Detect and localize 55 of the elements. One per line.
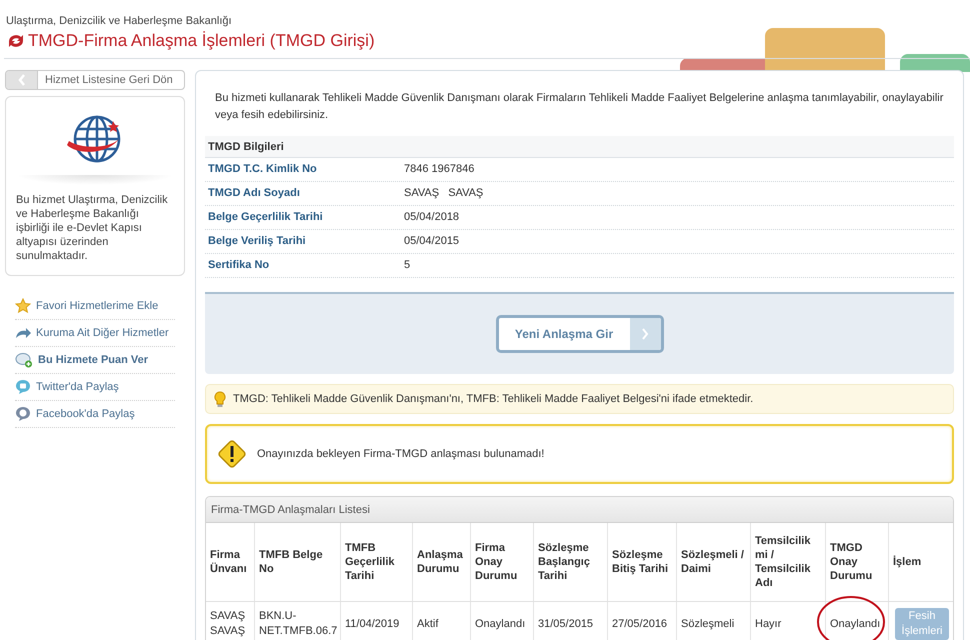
sync-arrows-icon	[6, 33, 26, 49]
table-cell: 31/05/2015	[538, 616, 594, 632]
field-label: Belge Geçerlilik Tarihi	[205, 209, 404, 226]
table-cell-text: SAVAŞ SAVAŞ	[210, 609, 246, 639]
sidebar-link[interactable]: Twitter'da Paylaş	[15, 374, 175, 401]
sidebar-link[interactable]: Kuruma Ait Diğer Hizmetler	[15, 320, 175, 347]
table-cell: Onaylandı	[475, 616, 526, 632]
table-cell: 27/05/2016	[612, 616, 668, 632]
sidebar-link[interactable]: Favori Hizmetlerime Ekle	[15, 293, 175, 320]
column-header: TMFB Belge No	[255, 523, 341, 601]
speech-bubble-icon	[15, 379, 31, 395]
column-header: TMFB Geçerlilik Tarihi	[341, 523, 413, 601]
star-icon	[15, 298, 31, 314]
table-cell: BKN.U-NET.TMFB.06.7	[259, 609, 338, 639]
field-label: TMGD Adı Soyadı	[205, 185, 404, 202]
field-value: 05/04/2015	[404, 234, 460, 250]
sidebar-link[interactable]: Bu Hizmete Puan Ver	[15, 347, 175, 374]
section-title: TMGD Bilgileri	[205, 136, 954, 158]
field-value: 7846 1967846	[404, 162, 474, 178]
column-header: TMGD Onay Durumu	[826, 523, 889, 601]
info-text: Bu hizmet Ulaştırma, Denizcilik ve Haberleşme Bakanlığı işbirliği ile e-Devlet Kapısı altyapısı üzerinden sunulmaktadır.	[16, 193, 169, 263]
lightbulb-icon	[214, 390, 226, 408]
table-cell: Sözleşmeli	[681, 616, 734, 632]
list-title: Firma-TMGD Anlaşmaları Listesi	[206, 497, 953, 523]
page-title: TMGD-Firma Anlaşma İşlemleri (TMGD Girişi)	[28, 30, 375, 52]
chevron-left-icon	[18, 74, 26, 86]
field-label: TMGD T.C. Kimlik No	[205, 161, 404, 178]
table-cell: Hayır	[755, 616, 782, 632]
field-label: Sertifika No	[205, 257, 404, 274]
warning-text: Onayınızda bekleyen Firma-TMGD anlaşması bulunamadı!	[257, 446, 544, 462]
new-agreement-button[interactable]: Yeni Anlaşma Gir	[496, 315, 664, 353]
column-header: Sözleşmeli / Daimi	[677, 523, 751, 601]
speech-bubble-plus-icon	[15, 352, 33, 368]
sidebar-link[interactable]: Facebook'da Paylaş	[15, 401, 175, 428]
table-cell: Aktif	[417, 616, 438, 632]
table-cell: 11/04/2019	[345, 616, 400, 632]
chevron-right-icon	[642, 328, 648, 340]
column-header: Sözleşme Başlangıç Tarihi	[534, 523, 608, 601]
column-header: Firma Ünvanı	[206, 523, 255, 601]
field-value: 5	[404, 258, 410, 274]
column-header: Anlaşma Durumu	[413, 523, 471, 601]
field-label: Belge Veriliş Tarihi	[205, 233, 404, 250]
back-button[interactable]: Hizmet Listesine Geri Dön	[5, 70, 185, 90]
speech-bubble-icon	[15, 406, 31, 422]
column-header: Firma Onay Durumu	[471, 523, 534, 601]
column-header: Temsilcilik mi / Temsilcilik Adı	[751, 523, 826, 601]
field-value: SAVAŞ SAVAŞ	[404, 186, 484, 202]
intro-text: Bu hizmeti kullanarak Tehlikeli Madde Güvenlik Danışmanı olarak Firmaların Tehlikeli Madde Faaliyet Belgelerine anlaşma tanımlayabilir, onaylayabilir veya fesih edebilirsiniz.	[214, 91, 944, 123]
curved-arrow-icon	[15, 327, 31, 339]
column-header: İşlem	[889, 523, 953, 601]
column-header: Sözleşme Bitiş Tarihi	[608, 523, 677, 601]
tip-text: TMGD: Tehlikeli Madde Güvenlik Danışmanı'nı, TMFB: Tehlikeli Madde Faaliyet Belgesi'ni ifade etmektedir.	[233, 392, 754, 407]
field-value: 05/04/2018	[404, 210, 460, 226]
ministry-name: Ulaştırma, Denizcilik ve Haberleşme Bakanlığı	[6, 15, 233, 28]
table-cell: Onaylandı	[830, 616, 880, 632]
